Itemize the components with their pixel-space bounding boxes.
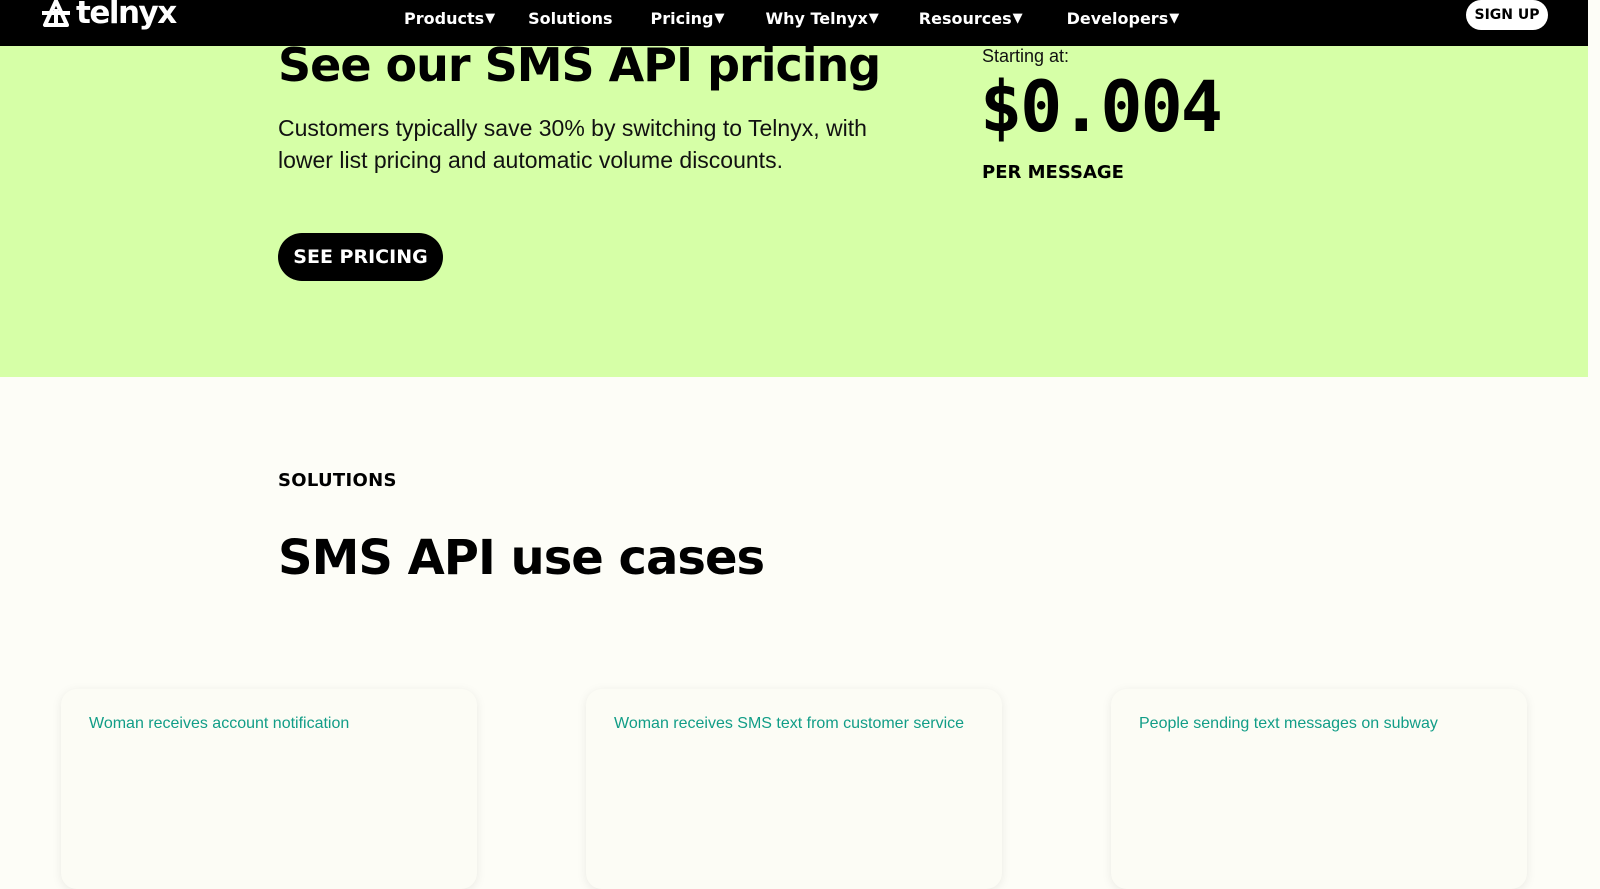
nav-item-why-telnyx[interactable]: Why Telnyx ▼: [765, 9, 878, 28]
hero-title: See our SMS API pricing: [278, 38, 881, 92]
nav-item-label: Developers: [1066, 8, 1169, 28]
telnyx-logo[interactable]: telnyx: [40, 0, 177, 32]
starting-at-label: Starting at:: [982, 46, 1070, 66]
telnyx-logo-icon: [42, 0, 70, 27]
price-value: $0.004: [980, 66, 1223, 148]
nav-item-label: Pricing: [650, 8, 714, 28]
section-eyebrow: SOLUTIONS: [278, 470, 397, 491]
chevron-down-icon: ▼: [1169, 10, 1180, 26]
use-case-card-customer-service[interactable]: Woman receives SMS text from customer se…: [586, 689, 1002, 889]
nav-item-resources[interactable]: Resources ▼: [919, 9, 1023, 28]
image-alt-text: Woman receives SMS text from customer se…: [614, 715, 965, 732]
chevron-down-icon: ▼: [485, 10, 496, 26]
image-alt-text: Woman receives account notification: [89, 715, 350, 732]
chevron-down-icon: ▼: [714, 10, 725, 26]
nav-item-solutions[interactable]: Solutions: [528, 9, 612, 28]
nav-item-pricing[interactable]: Pricing ▼: [651, 9, 725, 28]
chevron-down-icon: ▼: [1012, 10, 1023, 26]
sign-up-button[interactable]: SIGN UP: [1466, 0, 1548, 30]
use-case-card-subway[interactable]: People sending text messages on subway: [1111, 689, 1527, 889]
price-unit: PER MESSAGE: [982, 162, 1124, 183]
logo-wordmark: telnyx: [76, 0, 177, 31]
section-title: SMS API use cases: [278, 530, 765, 586]
main-menu: Products ▼ Solutions Pricing ▼ Why Telny…: [404, 0, 1179, 36]
chevron-down-icon: ▼: [868, 10, 879, 26]
see-pricing-button[interactable]: SEE PRICING: [278, 233, 443, 281]
nav-item-developers[interactable]: Developers ▼: [1067, 9, 1180, 28]
image-alt-text: People sending text messages on subway: [1139, 715, 1438, 732]
pricing-hero: See our SMS API pricing Customers typica…: [0, 38, 1588, 377]
nav-item-products[interactable]: Products ▼: [404, 9, 495, 28]
hero-description: Customers typically save 30% by switchin…: [278, 115, 867, 173]
nav-item-label: Why Telnyx: [765, 8, 868, 28]
nav-item-label: Solutions: [528, 8, 613, 28]
nav-item-label: Products: [404, 8, 485, 28]
use-case-card-account-notification[interactable]: Woman receives account notification: [61, 689, 477, 889]
nav-item-label: Resources: [918, 8, 1012, 28]
